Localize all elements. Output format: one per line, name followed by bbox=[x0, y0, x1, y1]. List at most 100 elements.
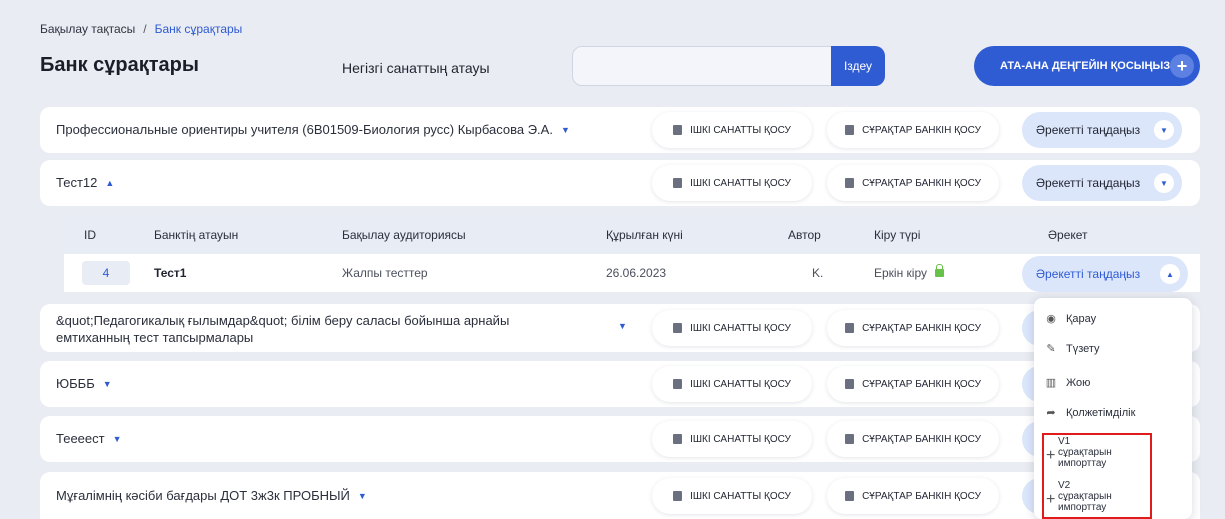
lock-icon bbox=[935, 264, 945, 277]
pencil-icon: ✎ bbox=[1046, 343, 1056, 355]
select-action-dropdown[interactable]: Әрекетті таңдаңыз ▼ bbox=[1022, 165, 1182, 201]
menu-item-delete[interactable]: ▥ Жою bbox=[1044, 376, 1091, 390]
eye-icon: ◉ bbox=[1046, 313, 1056, 325]
add-subcategory-button[interactable]: ІШКІ САНАТТЫ ҚОСУ bbox=[652, 421, 812, 457]
document-icon bbox=[673, 323, 683, 333]
select-action-label: Әрекетті таңдаңыз bbox=[1036, 123, 1141, 137]
chevron-down-icon[interactable]: ▼ bbox=[561, 125, 570, 135]
access-type: Еркін кіру bbox=[874, 264, 945, 280]
category-title-line: емтиханның тест тапсырмалары bbox=[56, 330, 254, 345]
category-title[interactable]: Тест12 bbox=[56, 175, 97, 190]
add-parent-level-button[interactable]: АТА-АНА ДЕҢГЕЙІН ҚОСЫҢЫЗ + bbox=[974, 46, 1200, 86]
plus-icon: + bbox=[1170, 54, 1194, 78]
breadcrumb-home[interactable]: Бақылау тақтасы bbox=[40, 22, 135, 36]
add-question-bank-button[interactable]: СҰРАҚТАР БАНКІН ҚОСУ bbox=[827, 366, 999, 402]
category-row: Тест12 ▲ ІШКІ САНАТТЫ ҚОСУ СҰРАҚТАР БАНКІ… bbox=[40, 160, 1200, 206]
chevron-down-icon: ▼ bbox=[1154, 173, 1174, 193]
search-button[interactable]: Іздеу bbox=[831, 46, 885, 86]
category-row: Мұғалімнің кәсіби бағдары ДОТ 3ж3к ПРОБН… bbox=[40, 472, 1200, 519]
select-action-label: Әрекетті таңдаңыз bbox=[1036, 176, 1141, 190]
category-title-line: &quot;Педагогикалық ғылымдар&quot; білім… bbox=[56, 313, 510, 328]
add-parent-level-label: АТА-АНА ДЕҢГЕЙІН ҚОСЫҢЫЗ bbox=[1000, 60, 1171, 72]
chevron-up-icon: ▲ bbox=[1160, 264, 1180, 284]
document-icon bbox=[845, 379, 855, 389]
breadcrumb-current: Банк сұрақтары bbox=[154, 22, 243, 36]
table-row: 4 Тест1 Жалпы тесттер 26.06.2023 K. Еркі… bbox=[64, 254, 1200, 292]
add-question-bank-label: СҰРАҚТАР БАНКІН ҚОСУ bbox=[862, 124, 981, 136]
add-question-bank-label: СҰРАҚТАР БАНКІН ҚОСУ bbox=[862, 378, 981, 390]
column-header: Құрылған күні bbox=[606, 228, 683, 242]
document-icon bbox=[673, 125, 683, 135]
add-subcategory-label: ІШКІ САНАТТЫ ҚОСУ bbox=[690, 490, 791, 502]
category-title[interactable]: Профессиональные ориентиры учителя (6В01… bbox=[56, 122, 553, 137]
category-row: ЮБББ ▼ ІШКІ САНАТТЫ ҚОСУ СҰРАҚТАР БАНКІН … bbox=[40, 361, 1200, 407]
document-icon bbox=[845, 178, 855, 188]
share-icon: ➦ bbox=[1046, 407, 1056, 419]
breadcrumb: Бақылау тақтасы / Банк сұрақтары bbox=[40, 22, 242, 36]
column-header: Автор bbox=[788, 228, 821, 242]
add-question-bank-label: СҰРАҚТАР БАНКІН ҚОСУ bbox=[862, 322, 981, 334]
add-question-bank-button[interactable]: СҰРАҚТАР БАНКІН ҚОСУ bbox=[827, 165, 999, 201]
row-id: 4 bbox=[82, 261, 130, 285]
document-icon bbox=[673, 379, 683, 389]
chevron-up-icon[interactable]: ▲ bbox=[105, 178, 114, 188]
document-icon bbox=[845, 434, 855, 444]
highlight-box bbox=[1042, 433, 1152, 519]
category-row: &quot;Педагогикалық ғылымдар&quot; білім… bbox=[40, 304, 1200, 352]
column-header: Әрекет bbox=[1048, 228, 1088, 242]
column-header: Кіру түрі bbox=[874, 228, 921, 242]
category-title[interactable]: Мұғалімнің кәсіби бағдары ДОТ 3ж3к ПРОБН… bbox=[56, 488, 350, 503]
document-icon bbox=[673, 178, 683, 188]
add-subcategory-button[interactable]: ІШКІ САНАТТЫ ҚОСУ bbox=[652, 310, 812, 346]
column-header: Банктің атауын bbox=[154, 228, 239, 242]
select-action-dropdown[interactable]: Әрекетті таңдаңыз ▼ bbox=[1022, 112, 1182, 148]
add-question-bank-label: СҰРАҚТАР БАНКІН ҚОСУ bbox=[862, 490, 981, 502]
add-subcategory-label: ІШКІ САНАТТЫ ҚОСУ bbox=[690, 378, 791, 390]
created-date: 26.06.2023 bbox=[606, 266, 667, 280]
chevron-down-icon[interactable]: ▼ bbox=[103, 379, 112, 389]
column-header: ID bbox=[84, 228, 96, 242]
breadcrumb-separator: / bbox=[143, 22, 147, 36]
document-icon bbox=[845, 125, 855, 135]
document-icon bbox=[845, 491, 855, 501]
add-question-bank-button[interactable]: СҰРАҚТАР БАНКІН ҚОСУ bbox=[827, 421, 999, 457]
add-subcategory-button[interactable]: ІШКІ САНАТТЫ ҚОСУ bbox=[652, 366, 812, 402]
chevron-down-icon[interactable]: ▼ bbox=[113, 434, 122, 444]
menu-item-access[interactable]: ➦ Қолжетімділік bbox=[1044, 406, 1136, 420]
author: K. bbox=[812, 266, 824, 280]
search-input[interactable] bbox=[572, 46, 832, 86]
audience: Жалпы тесттер bbox=[342, 266, 428, 280]
parent-category-label: Негізгі санаттың атауы bbox=[342, 60, 490, 76]
access-type-label: Еркін кіру bbox=[874, 266, 928, 280]
menu-item-label: Қарау bbox=[1066, 312, 1097, 325]
category-title[interactable]: Теееест bbox=[56, 431, 105, 446]
chevron-down-icon[interactable]: ▼ bbox=[618, 321, 627, 331]
category-row: Теееест ▼ ІШКІ САНАТТЫ ҚОСУ СҰРАҚТАР БАНК… bbox=[40, 416, 1200, 462]
add-subcategory-button[interactable]: ІШКІ САНАТТЫ ҚОСУ bbox=[652, 112, 812, 148]
column-header: Бақылау аудиториясы bbox=[342, 228, 466, 242]
chevron-down-icon[interactable]: ▼ bbox=[358, 491, 367, 501]
menu-item-edit[interactable]: ✎ Түзету bbox=[1044, 342, 1100, 356]
menu-item-view[interactable]: ◉ Қарау bbox=[1044, 312, 1097, 326]
category-title[interactable]: ЮБББ bbox=[56, 376, 95, 391]
add-question-bank-button[interactable]: СҰРАҚТАР БАНКІН ҚОСУ bbox=[827, 478, 999, 514]
bank-name[interactable]: Тест1 bbox=[154, 266, 186, 280]
chevron-down-icon: ▼ bbox=[1154, 120, 1174, 140]
menu-item-label: Түзету bbox=[1066, 342, 1100, 355]
add-subcategory-label: ІШКІ САНАТТЫ ҚОСУ bbox=[690, 177, 791, 189]
add-subcategory-button[interactable]: ІШКІ САНАТТЫ ҚОСУ bbox=[652, 165, 812, 201]
menu-item-label: Қолжетімділік bbox=[1066, 406, 1136, 419]
document-icon bbox=[673, 491, 683, 501]
document-icon bbox=[845, 323, 855, 333]
select-action-dropdown-open[interactable]: Әрекетті таңдаңыз ▲ bbox=[1022, 256, 1188, 292]
add-question-bank-label: СҰРАҚТАР БАНКІН ҚОСУ bbox=[862, 177, 981, 189]
add-subcategory-label: ІШКІ САНАТТЫ ҚОСУ bbox=[690, 124, 791, 136]
add-subcategory-button[interactable]: ІШКІ САНАТТЫ ҚОСУ bbox=[652, 478, 812, 514]
category-row: Профессиональные ориентиры учителя (6В01… bbox=[40, 107, 1200, 153]
trash-icon: ▥ bbox=[1045, 377, 1057, 389]
category-title[interactable]: &quot;Педагогикалық ғылымдар&quot; білім… bbox=[56, 312, 509, 346]
add-question-bank-button[interactable]: СҰРАҚТАР БАНКІН ҚОСУ bbox=[827, 112, 999, 148]
add-question-bank-button[interactable]: СҰРАҚТАР БАНКІН ҚОСУ bbox=[827, 310, 999, 346]
select-action-label: Әрекетті таңдаңыз bbox=[1036, 267, 1141, 281]
add-subcategory-label: ІШКІ САНАТТЫ ҚОСУ bbox=[690, 322, 791, 334]
